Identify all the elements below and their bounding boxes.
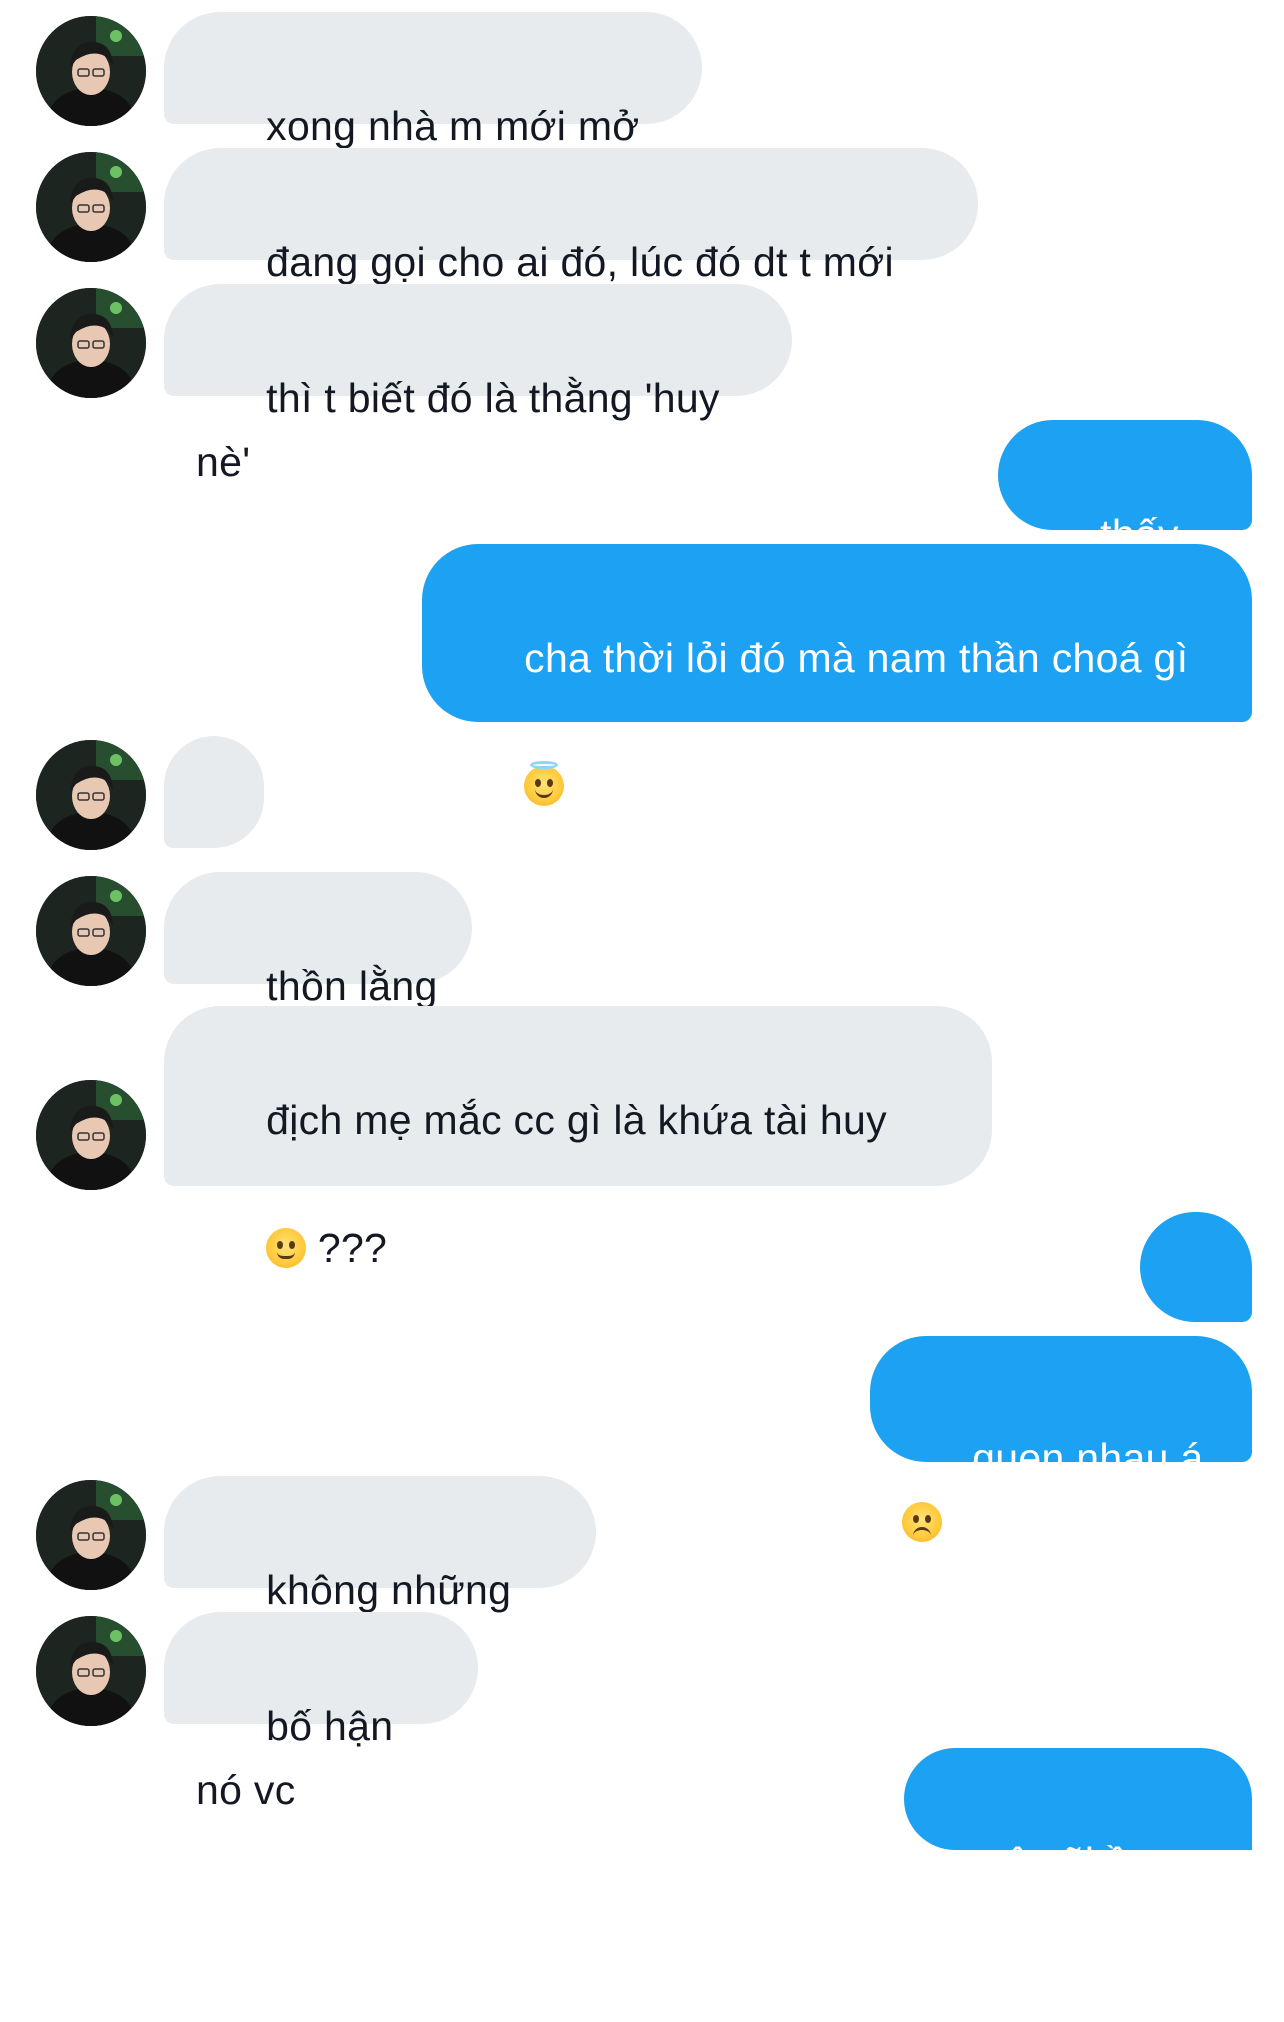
message-bubble[interactable]: hể (1140, 1212, 1252, 1413)
chat-thread: xong nhà m mới mở cửa đang gọi cho ai đó… (0, 0, 1284, 1949)
contact-avatar[interactable] (36, 1616, 146, 1726)
message-text: bố hận nó vc (196, 1703, 406, 1813)
message-bubble[interactable]: ô vãi ồn =)))))) (904, 1748, 1252, 1949)
contact-avatar[interactable] (36, 876, 146, 986)
message-bubble[interactable]: cha thời lỏi đó mà nam thần choá gì (422, 544, 1252, 806)
contact-avatar[interactable] (36, 1480, 146, 1590)
contact-avatar[interactable] (36, 152, 146, 262)
contact-avatar[interactable] (36, 1080, 146, 1190)
message-bubble[interactable]: địch mẹ mắc cc gì là khứa tài huy ??? (164, 1006, 992, 1271)
contact-avatar[interactable] (36, 288, 146, 398)
message-bubble[interactable]: không những quen (164, 1476, 596, 1677)
message-bubble[interactable]: thồn lằng đó (164, 872, 472, 1073)
message-bubble[interactable]: thấy chưa (998, 420, 1252, 621)
frowning-face-icon (902, 1502, 942, 1542)
message-bubble[interactable]: dr (164, 736, 264, 937)
smiling-face-with-halo-icon (524, 761, 565, 806)
message-text: quen nhau á (972, 1435, 1216, 1481)
message-text: ô vãi ồn =)))))) (936, 1839, 1164, 1949)
message-text: thì t biết đó là thằng 'huy nè' (196, 375, 732, 485)
contact-avatar[interactable] (36, 16, 146, 126)
message-text: cha thời lỏi đó mà nam thần choá gì (524, 635, 1189, 681)
contact-avatar[interactable] (36, 740, 146, 850)
slightly-smiling-face-icon (266, 1228, 307, 1268)
message-bubble[interactable]: đang gọi cho ai đó, lúc đó dt t mới reo (164, 148, 978, 349)
message-bubble[interactable]: thì t biết đó là thằng 'huy nè' (164, 284, 792, 485)
message-text: địch mẹ mắc cc gì là khứa tài huy (266, 1097, 887, 1143)
message-bubble[interactable]: xong nhà m mới mở cửa (164, 12, 702, 213)
message-text-suffix: ??? (306, 1225, 388, 1271)
message-bubble[interactable]: bố hận nó vc (164, 1612, 478, 1813)
message-bubble[interactable]: quen nhau á (870, 1336, 1252, 1542)
